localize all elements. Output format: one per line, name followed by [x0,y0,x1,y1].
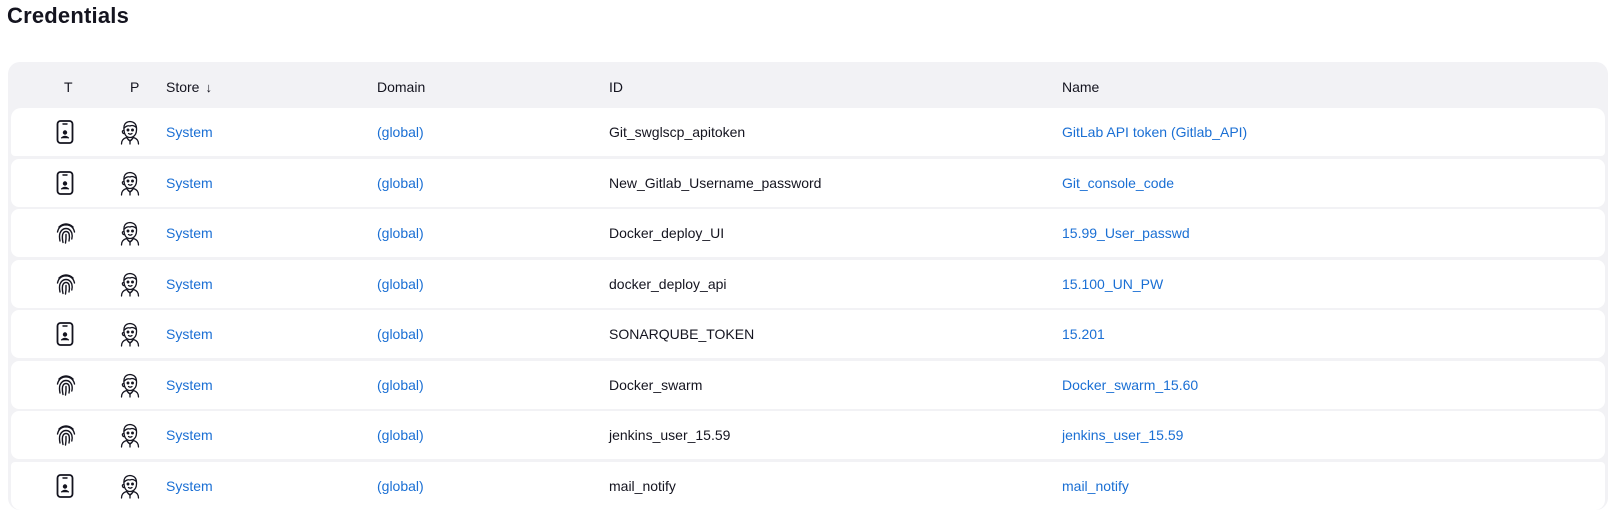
domain-link[interactable]: (global) [377,427,424,443]
table-body: System (global) Git_swglscp_apitoken Git… [8,108,1608,510]
credential-name-link[interactable]: Git_console_code [1062,175,1174,191]
table-row: System (global) jenkins_user_15.59 jenki… [11,411,1605,459]
column-header-store-label: Store [166,79,200,95]
jenkins-butler-icon [118,119,142,145]
column-header-name[interactable]: Name [1062,79,1099,95]
fingerprint-icon [55,423,77,447]
mobile-id-icon [55,120,77,144]
table-row: System (global) New_Gitlab_Username_pass… [11,158,1605,207]
column-header-domain[interactable]: Domain [377,79,425,95]
jenkins-butler-icon [118,220,142,246]
credential-name-link[interactable]: mail_notify [1062,478,1129,494]
credential-name-link[interactable]: jenkins_user_15.59 [1062,427,1183,443]
column-header-id[interactable]: ID [609,79,623,95]
store-link[interactable]: System [166,326,213,342]
sort-descending-icon: ↓ [205,80,212,95]
column-header-store[interactable]: Store ↓ [166,79,212,95]
credentials-table: T P Store ↓ Domain ID Name System (global… [8,62,1608,510]
credential-name-link[interactable]: GitLab API token (Gitlab_API) [1062,124,1247,140]
jenkins-butler-icon [118,372,142,398]
credential-id: mail_notify [609,477,676,494]
domain-link[interactable]: (global) [377,377,424,393]
column-header-provider[interactable]: P [130,79,139,95]
domain-link[interactable]: (global) [377,478,424,494]
credential-id: Docker_swarm [609,376,703,393]
jenkins-butler-icon [118,170,142,196]
domain-link[interactable]: (global) [377,225,424,241]
credential-id: SONARQUBE_TOKEN [609,326,755,342]
table-header: T P Store ↓ Domain ID Name [8,62,1608,108]
credential-name-link[interactable]: 15.100_UN_PW [1062,276,1163,292]
mobile-id-icon [55,170,77,195]
domain-link[interactable]: (global) [377,124,424,140]
credential-id: New_Gitlab_Username_password [609,174,822,191]
credential-id: Git_swglscp_apitoken [609,124,746,140]
table-row: System (global) docker_deploy_api 15.100… [11,259,1605,308]
store-link[interactable]: System [166,175,213,191]
credential-id: Docker_deploy_UI [609,225,725,241]
domain-link[interactable]: (global) [377,276,424,292]
fingerprint-icon [55,373,77,397]
store-link[interactable]: System [166,124,213,140]
credential-id: jenkins_user_15.59 [609,427,731,443]
table-row: System (global) Docker_swarm Docker_swar… [11,360,1605,409]
jenkins-butler-icon [118,271,142,297]
fingerprint-icon [55,272,77,296]
jenkins-butler-icon [118,422,142,448]
fingerprint-icon [55,221,77,245]
mobile-id-icon [55,473,77,498]
store-link[interactable]: System [166,377,213,393]
store-link[interactable]: System [166,276,213,292]
table-row: System (global) Docker_deploy_UI 15.99_U… [11,209,1605,257]
page-title: Credentials [7,3,130,28]
jenkins-butler-icon [118,473,142,499]
table-row: System (global) mail_notify mail_notify [11,461,1605,510]
table-row: System (global) SONARQUBE_TOKEN 15.201 [11,310,1605,358]
store-link[interactable]: System [166,478,213,494]
credential-name-link[interactable]: Docker_swarm_15.60 [1062,377,1198,393]
column-header-type[interactable]: T [64,79,73,95]
domain-link[interactable]: (global) [377,326,424,342]
credential-id: docker_deploy_api [609,275,727,292]
credential-name-link[interactable]: 15.201 [1062,326,1105,342]
credential-name-link[interactable]: 15.99_User_passwd [1062,225,1190,241]
domain-link[interactable]: (global) [377,175,424,191]
store-link[interactable]: System [166,427,213,443]
jenkins-butler-icon [118,321,142,347]
table-row: System (global) Git_swglscp_apitoken Git… [11,108,1605,156]
store-link[interactable]: System [166,225,213,241]
mobile-id-icon [55,322,77,346]
